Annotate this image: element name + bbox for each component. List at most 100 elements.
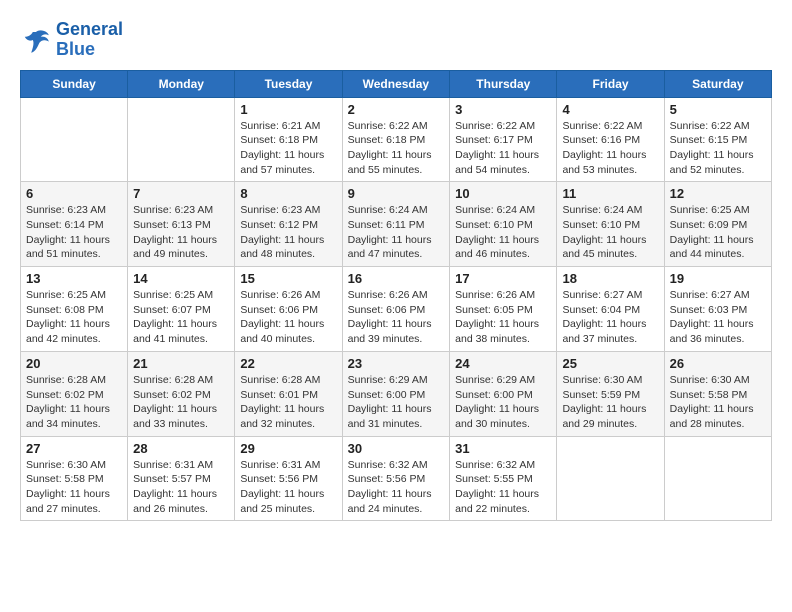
weekday-header: Tuesday bbox=[235, 70, 342, 97]
calendar-cell: 2 Sunrise: 6:22 AM Sunset: 6:18 PM Daylig… bbox=[342, 97, 450, 182]
day-number: 8 bbox=[240, 186, 336, 201]
calendar-body: 1 Sunrise: 6:21 AM Sunset: 6:18 PM Daylig… bbox=[21, 97, 772, 521]
calendar-week: 13Sunrise: 6:25 AM Sunset: 6:08 PM Dayli… bbox=[21, 267, 772, 352]
calendar-cell: 6 Sunrise: 6:23 AM Sunset: 6:14 PM Daylig… bbox=[21, 182, 128, 267]
day-number: 20 bbox=[26, 356, 122, 371]
day-info: Sunrise: 6:26 AM Sunset: 6:05 PM Dayligh… bbox=[455, 288, 551, 347]
day-number: 6 bbox=[26, 186, 122, 201]
calendar-week: 6 Sunrise: 6:23 AM Sunset: 6:14 PM Daylig… bbox=[21, 182, 772, 267]
calendar-cell: 3 Sunrise: 6:22 AM Sunset: 6:17 PM Daylig… bbox=[450, 97, 557, 182]
day-info: Sunrise: 6:24 AM Sunset: 6:10 PM Dayligh… bbox=[562, 203, 658, 262]
day-info: Sunrise: 6:29 AM Sunset: 6:00 PM Dayligh… bbox=[455, 373, 551, 432]
day-number: 19 bbox=[670, 271, 766, 286]
calendar-cell: 18 Sunrise: 6:27 AM Sunset: 6:04 PM Dayli… bbox=[557, 267, 664, 352]
day-number: 21 bbox=[133, 356, 229, 371]
weekday-header: Sunday bbox=[21, 70, 128, 97]
day-number: 15 bbox=[240, 271, 336, 286]
day-number: 24 bbox=[455, 356, 551, 371]
day-info: Sunrise: 6:30 AM Sunset: 5:59 PM Dayligh… bbox=[562, 373, 658, 432]
calendar-cell: 12 Sunrise: 6:25 AM Sunset: 6:09 PM Dayli… bbox=[664, 182, 771, 267]
day-info: Sunrise: 6:24 AM Sunset: 6:11 PM Dayligh… bbox=[348, 203, 445, 262]
day-number: 10 bbox=[455, 186, 551, 201]
day-number: 1 bbox=[240, 102, 336, 117]
calendar-cell: 11 Sunrise: 6:24 AM Sunset: 6:10 PM Dayli… bbox=[557, 182, 664, 267]
day-number: 26 bbox=[670, 356, 766, 371]
weekday-header: Saturday bbox=[664, 70, 771, 97]
calendar-cell: 17 Sunrise: 6:26 AM Sunset: 6:05 PM Dayli… bbox=[450, 267, 557, 352]
logo: General Blue bbox=[20, 20, 123, 60]
calendar-cell bbox=[557, 436, 664, 521]
day-number: 29 bbox=[240, 441, 336, 456]
day-number: 2 bbox=[348, 102, 445, 117]
day-number: 25 bbox=[562, 356, 658, 371]
day-number: 30 bbox=[348, 441, 445, 456]
calendar-cell: 19Sunrise: 6:27 AM Sunset: 6:03 PM Dayli… bbox=[664, 267, 771, 352]
weekday-header: Thursday bbox=[450, 70, 557, 97]
day-info: Sunrise: 6:29 AM Sunset: 6:00 PM Dayligh… bbox=[348, 373, 445, 432]
day-number: 11 bbox=[562, 186, 658, 201]
calendar-cell: 28 Sunrise: 6:31 AM Sunset: 5:57 PM Dayli… bbox=[128, 436, 235, 521]
day-info: Sunrise: 6:26 AM Sunset: 6:06 PM Dayligh… bbox=[240, 288, 336, 347]
day-info: Sunrise: 6:30 AM Sunset: 5:58 PM Dayligh… bbox=[670, 373, 766, 432]
day-info: Sunrise: 6:25 AM Sunset: 6:07 PM Dayligh… bbox=[133, 288, 229, 347]
day-info: Sunrise: 6:22 AM Sunset: 6:16 PM Dayligh… bbox=[562, 119, 658, 178]
day-info: Sunrise: 6:24 AM Sunset: 6:10 PM Dayligh… bbox=[455, 203, 551, 262]
calendar-cell: 20 Sunrise: 6:28 AM Sunset: 6:02 PM Dayli… bbox=[21, 351, 128, 436]
calendar-cell bbox=[128, 97, 235, 182]
calendar-cell: 25 Sunrise: 6:30 AM Sunset: 5:59 PM Dayli… bbox=[557, 351, 664, 436]
calendar-week: 20 Sunrise: 6:28 AM Sunset: 6:02 PM Dayli… bbox=[21, 351, 772, 436]
day-info: Sunrise: 6:23 AM Sunset: 6:14 PM Dayligh… bbox=[26, 203, 122, 262]
day-info: Sunrise: 6:31 AM Sunset: 5:56 PM Dayligh… bbox=[240, 458, 336, 517]
day-info: Sunrise: 6:22 AM Sunset: 6:17 PM Dayligh… bbox=[455, 119, 551, 178]
calendar-cell: 26 Sunrise: 6:30 AM Sunset: 5:58 PM Dayli… bbox=[664, 351, 771, 436]
day-info: Sunrise: 6:22 AM Sunset: 6:15 PM Dayligh… bbox=[670, 119, 766, 178]
day-info: Sunrise: 6:23 AM Sunset: 6:12 PM Dayligh… bbox=[240, 203, 336, 262]
calendar-cell: 7Sunrise: 6:23 AM Sunset: 6:13 PM Daylig… bbox=[128, 182, 235, 267]
page-header: General Blue bbox=[20, 20, 772, 60]
day-info: Sunrise: 6:26 AM Sunset: 6:06 PM Dayligh… bbox=[348, 288, 445, 347]
day-info: Sunrise: 6:31 AM Sunset: 5:57 PM Dayligh… bbox=[133, 458, 229, 517]
calendar-cell: 4 Sunrise: 6:22 AM Sunset: 6:16 PM Daylig… bbox=[557, 97, 664, 182]
weekday-header: Friday bbox=[557, 70, 664, 97]
calendar-cell: 5 Sunrise: 6:22 AM Sunset: 6:15 PM Daylig… bbox=[664, 97, 771, 182]
calendar-week: 27 Sunrise: 6:30 AM Sunset: 5:58 PM Dayli… bbox=[21, 436, 772, 521]
calendar-cell: 8 Sunrise: 6:23 AM Sunset: 6:12 PM Daylig… bbox=[235, 182, 342, 267]
day-info: Sunrise: 6:22 AM Sunset: 6:18 PM Dayligh… bbox=[348, 119, 445, 178]
calendar-cell: 23 Sunrise: 6:29 AM Sunset: 6:00 PM Dayli… bbox=[342, 351, 450, 436]
calendar-cell: 16 Sunrise: 6:26 AM Sunset: 6:06 PM Dayli… bbox=[342, 267, 450, 352]
calendar-cell bbox=[664, 436, 771, 521]
day-info: Sunrise: 6:25 AM Sunset: 6:08 PM Dayligh… bbox=[26, 288, 122, 347]
day-info: Sunrise: 6:30 AM Sunset: 5:58 PM Dayligh… bbox=[26, 458, 122, 517]
day-number: 16 bbox=[348, 271, 445, 286]
calendar-cell: 30 Sunrise: 6:32 AM Sunset: 5:56 PM Dayli… bbox=[342, 436, 450, 521]
day-info: Sunrise: 6:32 AM Sunset: 5:56 PM Dayligh… bbox=[348, 458, 445, 517]
day-number: 3 bbox=[455, 102, 551, 117]
weekday-header: Monday bbox=[128, 70, 235, 97]
day-info: Sunrise: 6:25 AM Sunset: 6:09 PM Dayligh… bbox=[670, 203, 766, 262]
day-info: Sunrise: 6:21 AM Sunset: 6:18 PM Dayligh… bbox=[240, 119, 336, 178]
calendar-week: 1 Sunrise: 6:21 AM Sunset: 6:18 PM Daylig… bbox=[21, 97, 772, 182]
day-number: 4 bbox=[562, 102, 658, 117]
day-number: 5 bbox=[670, 102, 766, 117]
day-number: 17 bbox=[455, 271, 551, 286]
day-number: 27 bbox=[26, 441, 122, 456]
day-number: 22 bbox=[240, 356, 336, 371]
calendar-cell: 14 Sunrise: 6:25 AM Sunset: 6:07 PM Dayli… bbox=[128, 267, 235, 352]
calendar-table: SundayMondayTuesdayWednesdayThursdayFrid… bbox=[20, 70, 772, 522]
day-number: 12 bbox=[670, 186, 766, 201]
calendar-cell: 24 Sunrise: 6:29 AM Sunset: 6:00 PM Dayli… bbox=[450, 351, 557, 436]
calendar-cell: 9 Sunrise: 6:24 AM Sunset: 6:11 PM Daylig… bbox=[342, 182, 450, 267]
day-number: 18 bbox=[562, 271, 658, 286]
calendar-cell: 27 Sunrise: 6:30 AM Sunset: 5:58 PM Dayli… bbox=[21, 436, 128, 521]
day-info: Sunrise: 6:28 AM Sunset: 6:02 PM Dayligh… bbox=[133, 373, 229, 432]
day-info: Sunrise: 6:27 AM Sunset: 6:04 PM Dayligh… bbox=[562, 288, 658, 347]
day-number: 9 bbox=[348, 186, 445, 201]
calendar-cell: 31Sunrise: 6:32 AM Sunset: 5:55 PM Dayli… bbox=[450, 436, 557, 521]
day-number: 23 bbox=[348, 356, 445, 371]
day-number: 14 bbox=[133, 271, 229, 286]
calendar-cell: 29 Sunrise: 6:31 AM Sunset: 5:56 PM Dayli… bbox=[235, 436, 342, 521]
day-number: 28 bbox=[133, 441, 229, 456]
weekday-header: Wednesday bbox=[342, 70, 450, 97]
calendar-cell: 15 Sunrise: 6:26 AM Sunset: 6:06 PM Dayli… bbox=[235, 267, 342, 352]
day-info: Sunrise: 6:28 AM Sunset: 6:02 PM Dayligh… bbox=[26, 373, 122, 432]
